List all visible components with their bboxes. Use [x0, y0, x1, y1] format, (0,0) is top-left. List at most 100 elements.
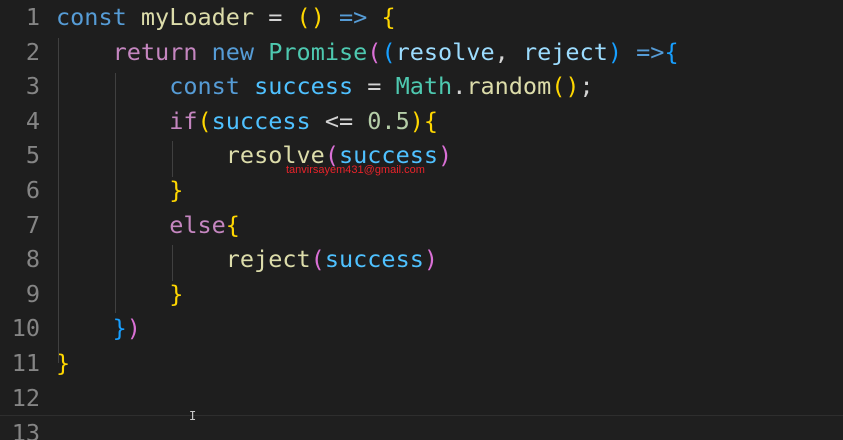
code-token: const: [56, 3, 127, 31]
line-number: 11: [11, 349, 40, 377]
code-line[interactable]: 2 return new Promise((resolve, reject) =…: [0, 35, 843, 70]
code-token: (: [367, 37, 382, 66]
code-token: (): [551, 72, 580, 101]
code-token: }: [169, 279, 184, 308]
code-text: const success = Math.random();: [56, 69, 594, 104]
code-text: else{: [56, 208, 240, 243]
code-token: {: [225, 210, 240, 239]
indent-guide: [172, 141, 173, 177]
code-token: {: [381, 3, 396, 31]
indent-guide: [58, 38, 59, 363]
code-line[interactable]: 6 }: [0, 173, 843, 208]
line-number: 13: [11, 419, 40, 440]
code-token: }: [112, 314, 127, 343]
code-token: success: [254, 72, 354, 101]
code-text: if(success <= 0.5){: [56, 104, 438, 139]
code-token: <=: [310, 106, 368, 135]
code-token: Math: [395, 72, 453, 101]
code-text: return new Promise((resolve, reject) =>{: [56, 35, 679, 70]
code-text: reject(success): [56, 242, 438, 277]
code-line[interactable]: 4 if(success <= 0.5){: [0, 104, 843, 139]
code-token: new: [211, 37, 255, 66]
email-watermark: tanvirsayem431@gmail.com: [286, 164, 425, 176]
code-token: else: [169, 210, 226, 239]
code-line[interactable]: 9 }: [0, 277, 843, 312]
code-line[interactable]: 13: [0, 415, 843, 440]
code-token: myLoader: [140, 3, 255, 31]
code-token: ;: [579, 72, 594, 101]
code-token: =: [353, 72, 396, 101]
line-number: 9: [25, 279, 40, 308]
code-token: (: [381, 37, 396, 66]
code-token: 0.5: [367, 106, 410, 135]
line-number: 1: [25, 3, 40, 31]
code-token: ): [438, 141, 453, 170]
text-cursor-icon: I: [189, 409, 197, 423]
code-text: const myLoader = () => {: [56, 0, 396, 35]
code-token: (: [310, 245, 325, 274]
code-token: (): [296, 3, 325, 31]
code-token: =: [254, 3, 297, 31]
code-token: .: [452, 72, 467, 101]
code-token: ): [126, 314, 141, 343]
code-token: Promise: [268, 37, 368, 66]
indent-guide: [115, 73, 116, 313]
line-number: 6: [25, 176, 40, 204]
code-token: ,: [494, 37, 523, 66]
code-token: reject: [522, 37, 608, 66]
code-token: success: [324, 245, 424, 274]
code-token: =>: [339, 3, 368, 31]
indent-guide: [172, 245, 173, 281]
code-text: }: [56, 173, 183, 208]
code-token: const: [169, 72, 240, 101]
code-token: {: [423, 106, 439, 135]
line-number: 10: [11, 314, 40, 343]
code-token: (: [197, 106, 212, 135]
code-token: ): [423, 245, 439, 274]
code-text: }): [56, 311, 141, 346]
code-line[interactable]: 10 }): [0, 311, 843, 346]
code-line[interactable]: 12: [0, 381, 843, 416]
code-line[interactable]: 11}: [0, 346, 843, 381]
line-number: 3: [25, 72, 40, 101]
line-number: 12: [11, 383, 40, 412]
line-number: 7: [25, 210, 40, 239]
code-token: random: [466, 72, 552, 101]
code-line[interactable]: 1 const myLoader = () => {: [0, 0, 843, 35]
code-line[interactable]: 3 const success = Math.random();: [0, 69, 843, 104]
code-token: {: [664, 37, 679, 66]
code-token: reject: [225, 245, 311, 274]
code-line[interactable]: 8 reject(success): [0, 242, 843, 277]
line-number: 8: [25, 245, 40, 274]
code-editor[interactable]: 1 const myLoader = () => {2 return new Pr…: [0, 0, 843, 440]
line-number: 5: [25, 141, 40, 170]
code-token: }: [169, 176, 184, 204]
code-token: return: [112, 37, 198, 66]
code-token: success: [211, 106, 311, 135]
code-text: }: [56, 277, 183, 312]
code-line[interactable]: 7 else{: [0, 208, 843, 243]
line-number: 4: [25, 106, 40, 135]
code-token: ): [409, 106, 424, 135]
code-token: ): [607, 37, 622, 66]
code-token: =>: [636, 37, 665, 66]
code-token: if: [169, 106, 198, 135]
code-token: resolve: [395, 37, 495, 66]
line-number: 2: [25, 37, 40, 66]
